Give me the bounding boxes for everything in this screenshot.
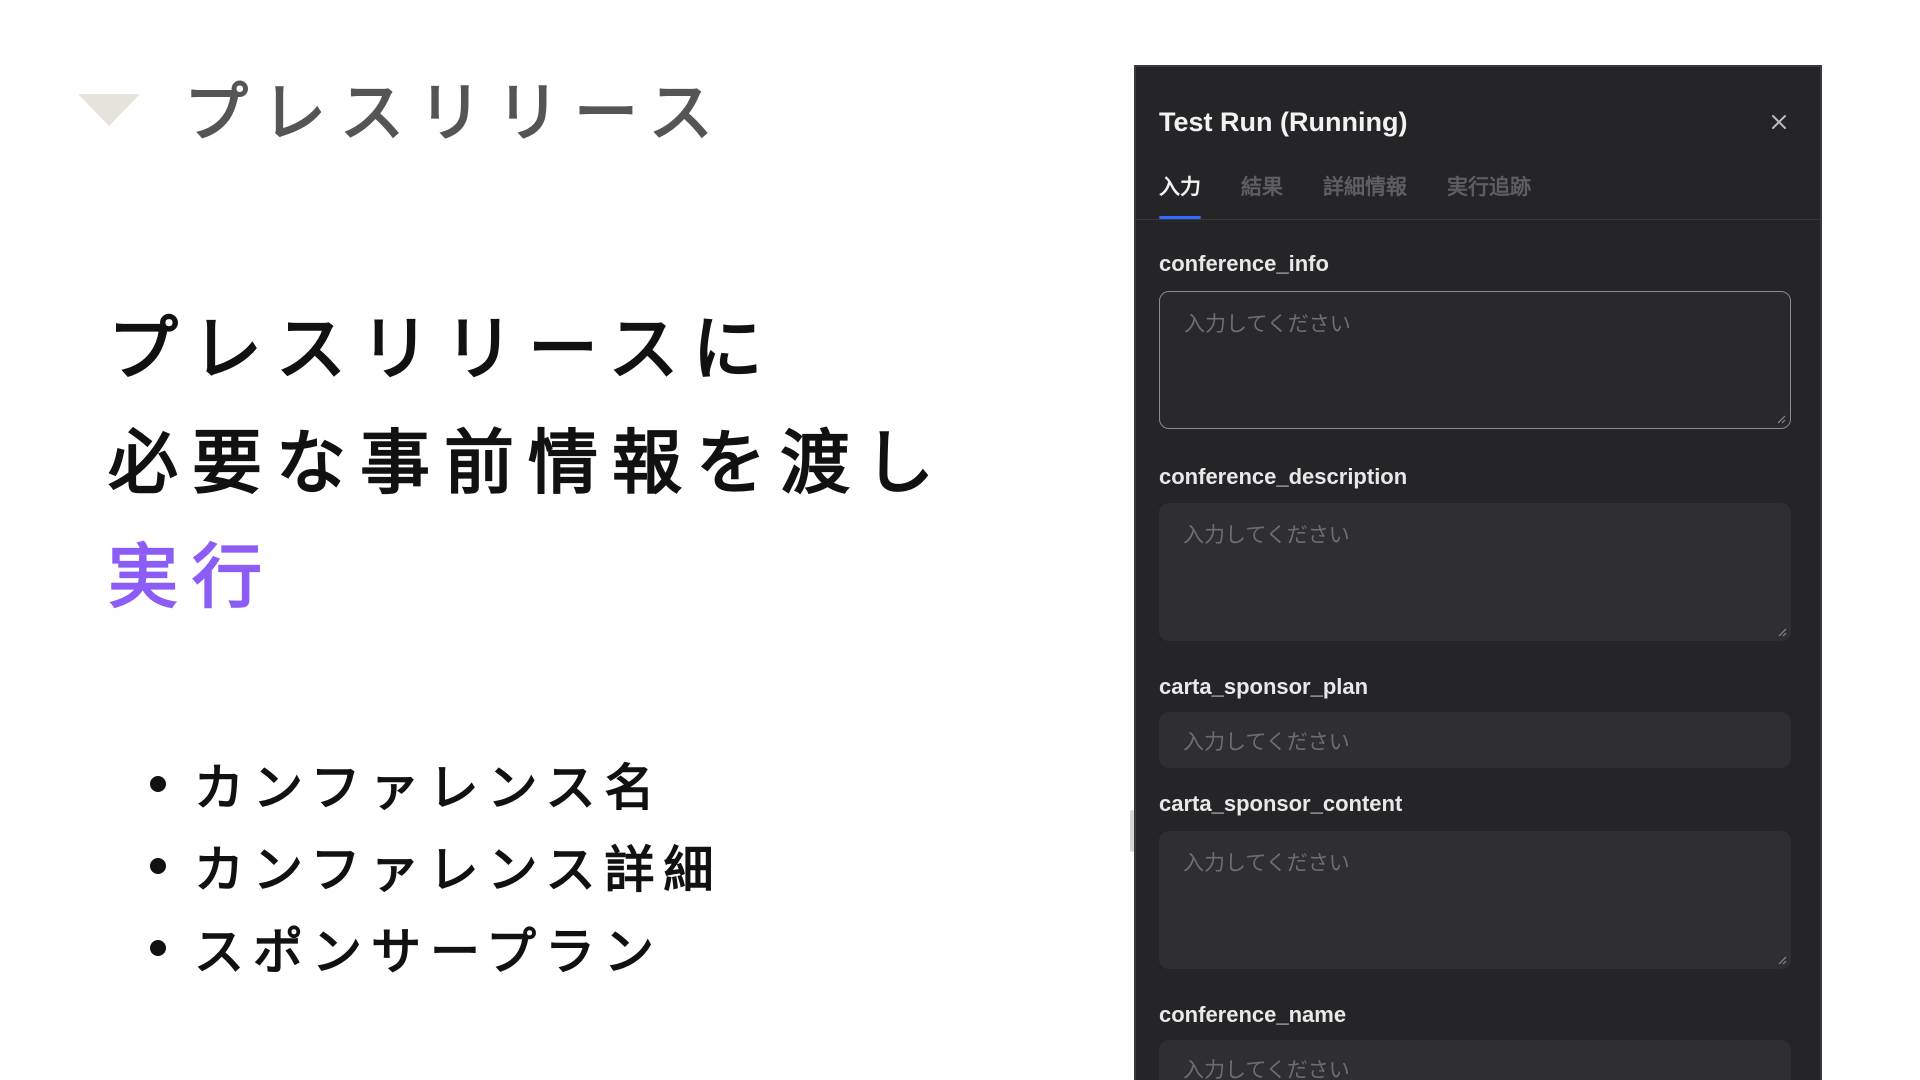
field-label-carta-sponsor-plan: carta_sponsor_plan [1159, 674, 1369, 699]
slide: プレスリリース プレスリリースに 必要な事前情報を渡し 実行 カンファレンス名 … [0, 0, 1920, 1080]
tab-trace[interactable]: 実行追跡 [1447, 165, 1531, 219]
panel-title: Test Run (Running) [1159, 106, 1408, 137]
headline: プレスリリースに 必要な事前情報を渡し 実行 [108, 292, 1008, 634]
bullet-list: カンファレンス名 カンファレンス詳細 スポンサープラン [150, 743, 723, 989]
conference-info-placeholder: 入力してください [1184, 312, 1351, 336]
conference-description-input[interactable]: 入力してください [1159, 503, 1791, 641]
tabs-divider [1136, 219, 1820, 220]
section-title: プレスリリース [184, 77, 727, 151]
bullet-item: カンファレンス詳細 [150, 825, 723, 907]
conference-description-placeholder: 入力してください [1183, 523, 1350, 547]
bullet-item: カンファレンス名 [150, 743, 723, 825]
carta-sponsor-content-input[interactable]: 入力してください [1159, 831, 1791, 969]
conference-name-input[interactable]: 入力してください [1159, 1040, 1791, 1080]
tab-details[interactable]: 詳細情報 [1323, 165, 1407, 219]
field-label-conference-name: conference_name [1159, 1002, 1347, 1027]
resize-grip-icon[interactable] [1777, 955, 1787, 965]
headline-line-3-accent: 実行 [108, 536, 276, 618]
bullet-dot-icon [150, 858, 166, 874]
field-label-carta-sponsor-content: carta_sponsor_content [1159, 791, 1403, 816]
carta-sponsor-plan-placeholder: 入力してください [1183, 730, 1350, 754]
tab-result[interactable]: 結果 [1241, 165, 1283, 219]
conference-info-input[interactable]: 入力してください [1159, 291, 1791, 429]
bullet-dot-icon [150, 940, 166, 956]
headline-line-2: 必要な事前情報を渡し [108, 422, 948, 504]
headline-line-1: プレスリリースに [108, 308, 777, 390]
resize-grip-icon[interactable] [1777, 627, 1787, 637]
bullet-text: カンファレンス詳細 [194, 841, 723, 899]
bullet-item: スポンサープラン [150, 907, 723, 989]
conference-name-placeholder: 入力してください [1183, 1058, 1350, 1080]
section-header: プレスリリース [78, 68, 727, 151]
resize-grip-icon[interactable] [1776, 414, 1786, 424]
field-label-conference-info: conference_info [1159, 251, 1329, 276]
triangle-marker-icon [78, 94, 140, 126]
panel-header: Test Run (Running) [1159, 97, 1797, 147]
tab-input[interactable]: 入力 [1159, 165, 1201, 219]
bullet-text: スポンサープラン [194, 923, 663, 981]
panel-tabs: 入力 結果 詳細情報 実行追跡 [1159, 165, 1820, 219]
bullet-dot-icon [150, 776, 166, 792]
test-run-panel: Test Run (Running) 入力 結果 詳細情報 実行追跡 confe… [1134, 65, 1822, 1080]
bullet-text: カンファレンス名 [194, 759, 664, 817]
carta-sponsor-plan-input[interactable]: 入力してください [1159, 712, 1791, 768]
close-button[interactable] [1761, 104, 1797, 140]
carta-sponsor-content-placeholder: 入力してください [1183, 851, 1350, 875]
field-label-conference-description: conference_description [1159, 464, 1408, 489]
close-icon [1772, 115, 1786, 129]
